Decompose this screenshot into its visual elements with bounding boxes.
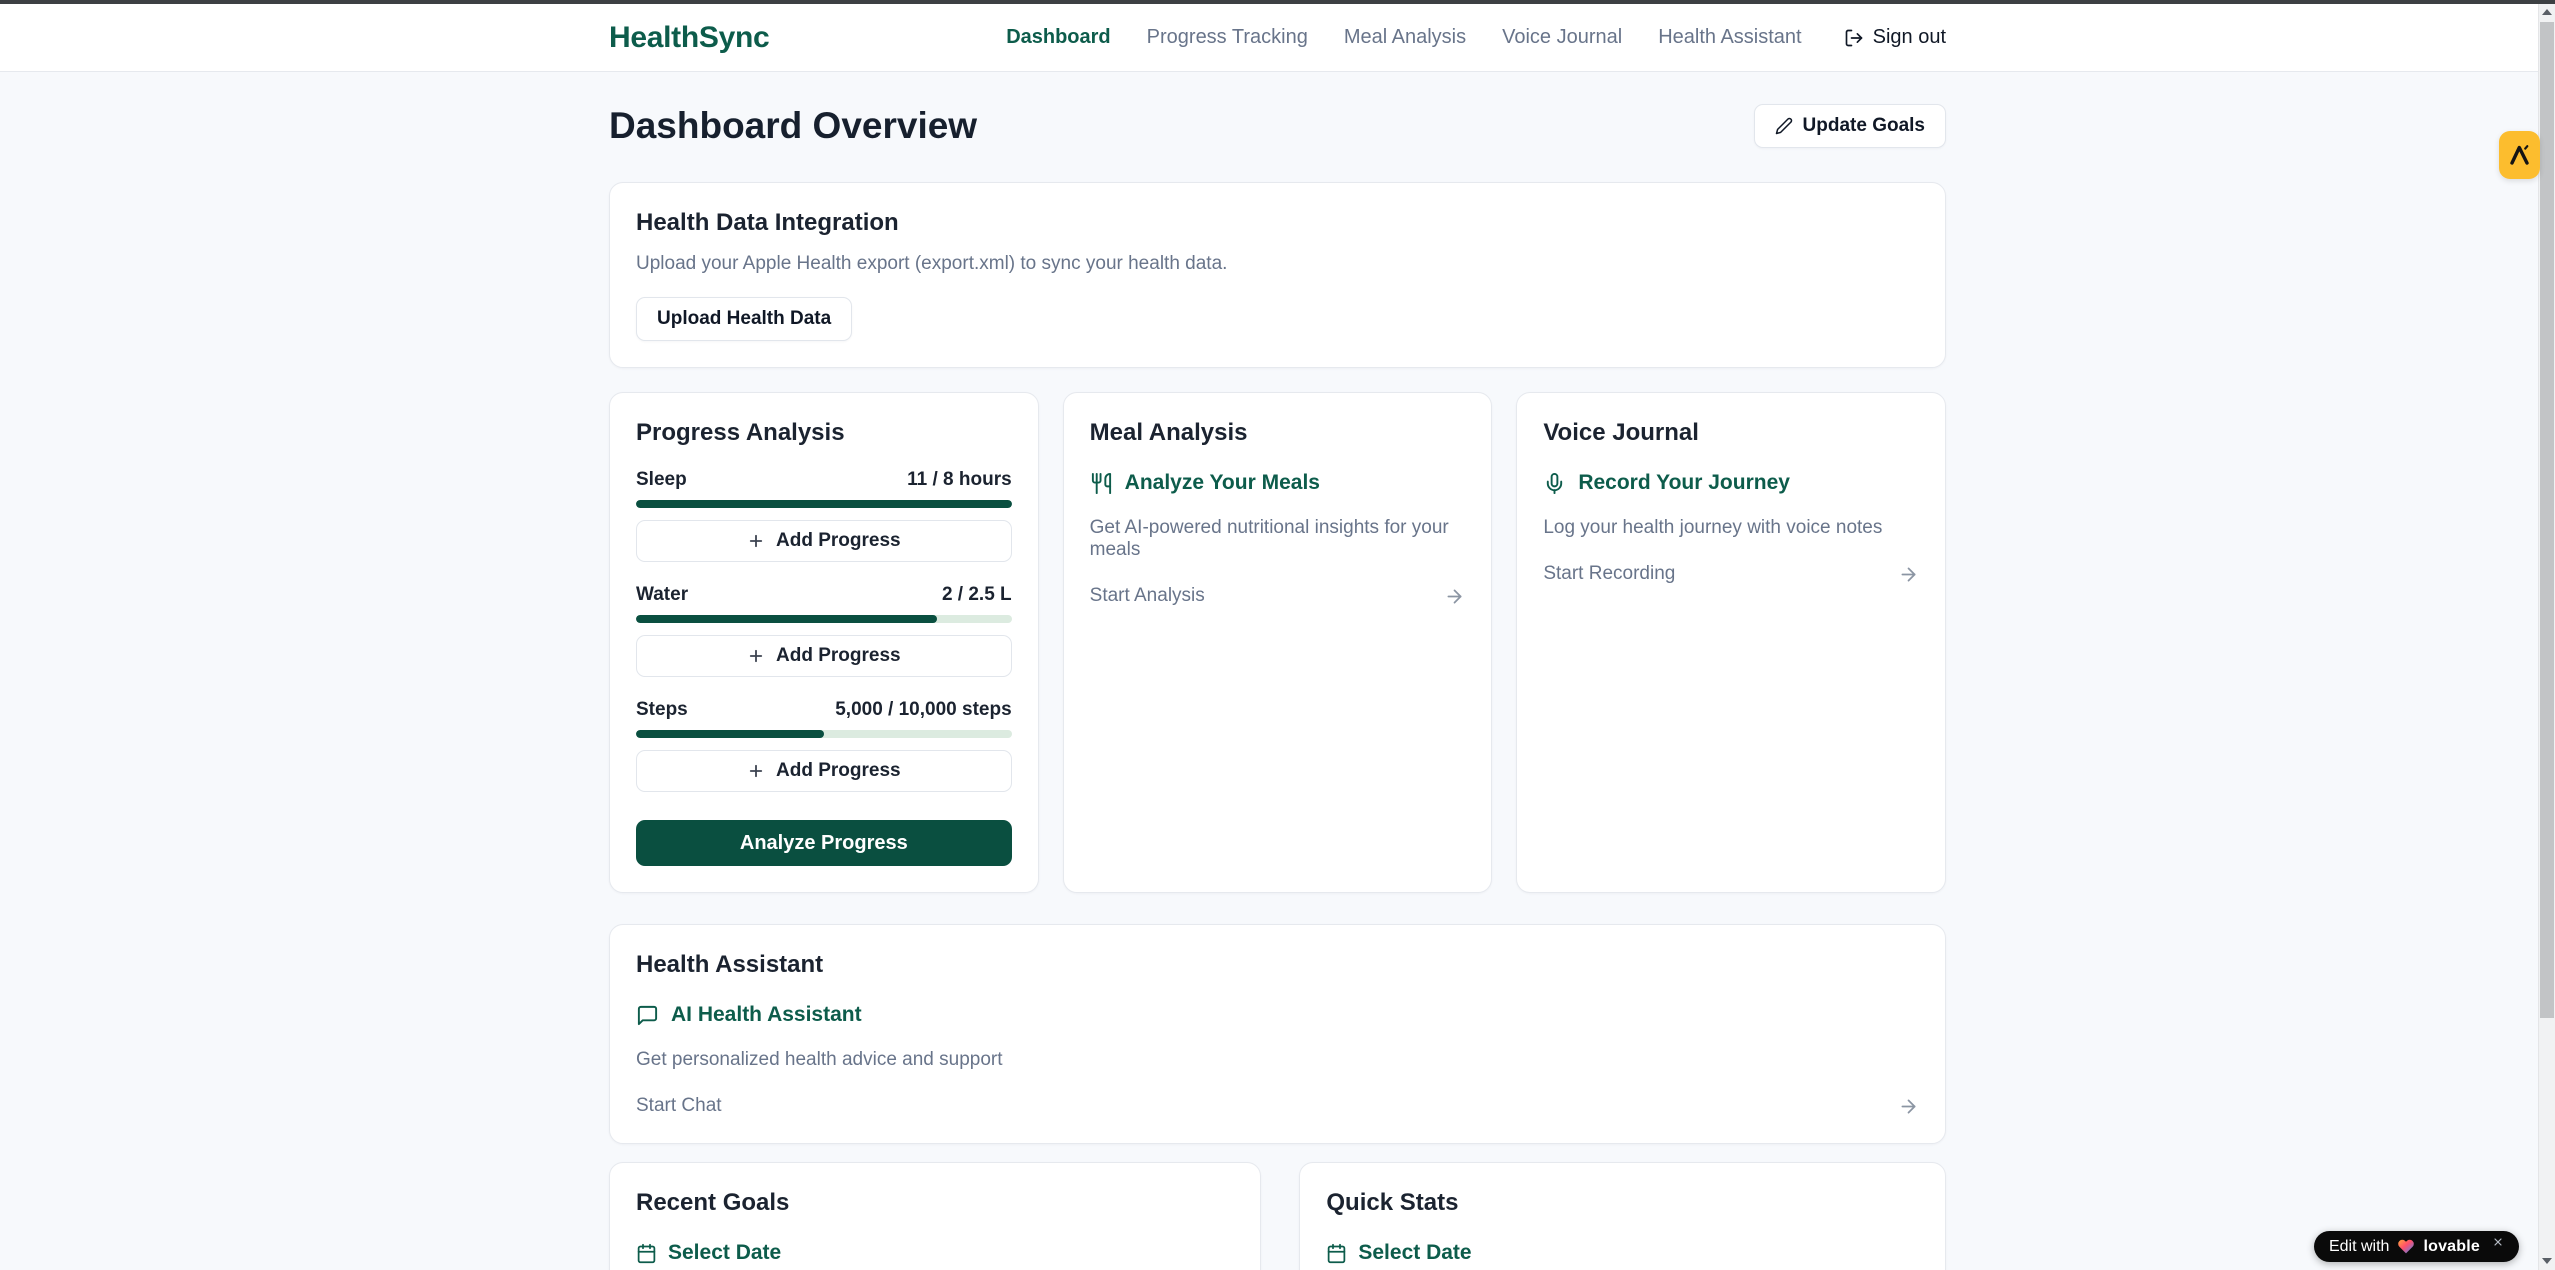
top-strip [0,0,2555,4]
arrow-right-icon [1444,586,1465,607]
metric-water-value: 2 / 2.5 L [942,584,1012,606]
main-nav: Dashboard Progress Tracking Meal Analysi… [1006,26,1946,49]
voice-journal-title: Voice Journal [1543,419,1919,447]
nav-item-dashboard[interactable]: Dashboard [1006,26,1110,49]
voice-journal-card: Voice Journal Record Your Journey Log yo… [1516,392,1946,893]
analyze-progress-button[interactable]: Analyze Progress [636,820,1012,866]
sign-out-button[interactable]: Sign out [1844,26,1946,49]
edit-with-label: Edit with [2329,1238,2389,1256]
meal-analysis-card: Meal Analysis Analyze Your Meals Get AI-… [1063,392,1493,893]
arrow-right-icon [1898,1096,1919,1117]
metric-water-label: Water [636,584,688,606]
voice-journal-description: Log your health journey with voice notes [1543,517,1919,539]
add-progress-sleep-button[interactable]: Add Progress [636,520,1012,562]
calendar-icon [636,1243,657,1264]
start-recording-action[interactable]: Start Recording [1543,563,1919,585]
plus-icon [747,647,765,665]
quick-stats-card: Quick Stats Select Date Today Yesterday … [1299,1162,1946,1270]
start-analysis-action[interactable]: Start Analysis [1090,585,1466,607]
metric-steps-label: Steps [636,699,688,721]
lovable-logo-icon [2508,142,2532,168]
metric-steps: Steps 5,000 / 10,000 steps Add Progress [636,699,1012,792]
metric-sleep-value: 11 / 8 hours [907,469,1012,491]
metric-sleep-label: Sleep [636,469,687,491]
quick-stats-select-date-button[interactable]: Select Date [1326,1241,1919,1265]
meal-analysis-title: Meal Analysis [1090,419,1466,447]
sleep-progress-bar [636,500,1012,508]
water-progress-bar [636,615,1012,623]
health-assistant-title: Health Assistant [636,951,1919,979]
metric-steps-value: 5,000 / 10,000 steps [835,699,1011,721]
upload-health-data-button[interactable]: Upload Health Data [636,297,852,341]
health-data-integration-card: Health Data Integration Upload your Appl… [609,182,1946,368]
page-title: Dashboard Overview [609,105,977,147]
steps-progress-bar [636,730,1012,738]
app-header: HealthSync Dashboard Progress Tracking M… [0,0,2555,72]
metric-water: Water 2 / 2.5 L Add Progress [636,584,1012,677]
scrollbar-thumb[interactable] [2540,22,2554,1018]
meal-analysis-description: Get AI-powered nutritional insights for … [1090,517,1466,561]
scrollbar-up-arrow-icon[interactable] [2539,9,2555,15]
add-progress-steps-button[interactable]: Add Progress [636,750,1012,792]
utensils-icon [1090,472,1113,495]
metric-sleep: Sleep 11 / 8 hours Add Progress [636,469,1012,562]
health-assistant-card: Health Assistant AI Health Assistant Get… [609,924,1946,1144]
nav-item-voice-journal[interactable]: Voice Journal [1502,26,1622,49]
nav-item-meal-analysis[interactable]: Meal Analysis [1344,26,1466,49]
integration-title: Health Data Integration [636,209,1919,237]
sign-out-label: Sign out [1873,26,1946,49]
add-progress-water-button[interactable]: Add Progress [636,635,1012,677]
log-out-icon [1844,28,1864,48]
badge-close-icon[interactable] [2492,1236,2504,1248]
plus-icon [747,532,765,550]
analyze-your-meals-link[interactable]: Analyze Your Meals [1090,471,1466,495]
microphone-icon [1543,472,1566,495]
scrollbar-down-arrow-icon[interactable] [2539,1258,2555,1264]
pencil-icon [1775,117,1793,135]
integration-description: Upload your Apple Health export (export.… [636,253,1919,275]
calendar-icon [1326,1243,1347,1264]
plus-icon [747,762,765,780]
heart-icon [2397,1238,2415,1255]
scrollbar[interactable] [2538,0,2555,1270]
recent-goals-title: Recent Goals [636,1189,1234,1217]
chat-bubble-icon [636,1004,659,1027]
lovable-widget-button[interactable] [2499,131,2540,179]
app-logo[interactable]: HealthSync [609,21,769,55]
lovable-badge[interactable]: Edit with lovable [2314,1231,2519,1262]
nav-item-health-assistant[interactable]: Health Assistant [1658,26,1801,49]
recent-goals-card: Recent Goals Select Date Today Yesterday… [609,1162,1261,1270]
lovable-brand-label: lovable [2423,1238,2480,1256]
ai-health-assistant-link[interactable]: AI Health Assistant [636,1003,1919,1027]
record-your-journey-link[interactable]: Record Your Journey [1543,471,1919,495]
arrow-right-icon [1898,564,1919,585]
progress-analysis-title: Progress Analysis [636,419,1012,447]
update-goals-button[interactable]: Update Goals [1754,104,1946,148]
quick-stats-title: Quick Stats [1326,1189,1919,1217]
recent-goals-select-date-button[interactable]: Select Date [636,1241,1234,1265]
health-assistant-description: Get personalized health advice and suppo… [636,1049,1919,1071]
progress-analysis-card: Progress Analysis Sleep 11 / 8 hours Add… [609,392,1039,893]
nav-item-progress-tracking[interactable]: Progress Tracking [1147,26,1308,49]
start-chat-action[interactable]: Start Chat [636,1095,1919,1117]
